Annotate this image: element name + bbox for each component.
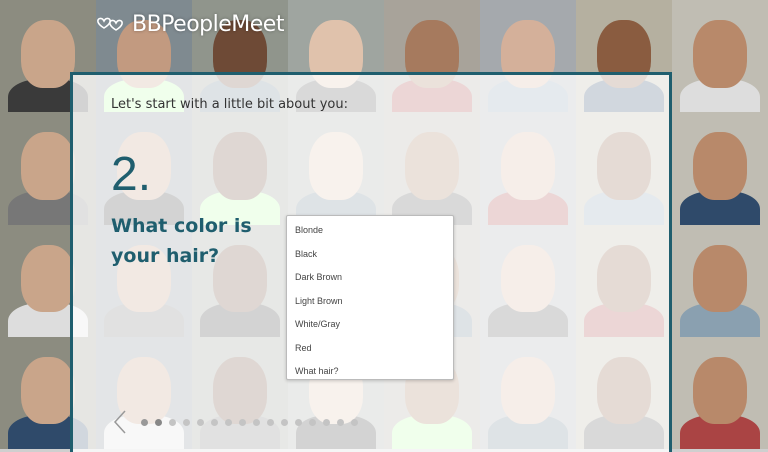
question-panel: Let's start with a little bit about you:…: [70, 72, 672, 452]
chevron-left-icon[interactable]: [113, 410, 127, 434]
step-pager: [141, 419, 358, 426]
option-what-hair[interactable]: What hair?: [287, 360, 453, 384]
pager-dot[interactable]: [141, 419, 148, 426]
pager-dot[interactable]: [295, 419, 302, 426]
question-text: What color is your hair?: [111, 215, 252, 267]
hair-color-listbox[interactable]: Blonde Black Dark Brown Light Brown Whit…: [286, 215, 454, 380]
pager-dot[interactable]: [351, 419, 358, 426]
pager-dot[interactable]: [211, 419, 218, 426]
pager-dot[interactable]: [169, 419, 176, 426]
pager-dot[interactable]: [183, 419, 190, 426]
pager-dot[interactable]: [225, 419, 232, 426]
option-dark-brown[interactable]: Dark Brown: [287, 266, 453, 290]
hearts-icon: [97, 17, 123, 31]
background-photo: [672, 0, 768, 113]
background-photo: [672, 224, 768, 337]
option-blonde[interactable]: Blonde: [287, 219, 453, 243]
step-number: 2.: [111, 148, 152, 201]
pager-dot[interactable]: [155, 419, 162, 426]
pager-dot[interactable]: [267, 419, 274, 426]
option-black[interactable]: Black: [287, 243, 453, 267]
background-photo: [672, 336, 768, 449]
option-white-gray[interactable]: White/Gray: [287, 313, 453, 337]
pager-dot[interactable]: [323, 419, 330, 426]
background-photo: [672, 112, 768, 225]
logo: BBPeopleMeet: [96, 12, 284, 37]
pager-dot[interactable]: [197, 419, 204, 426]
pager-dot[interactable]: [239, 419, 246, 426]
brand-name: BBPeopleMeet: [132, 12, 284, 37]
option-light-brown[interactable]: Light Brown: [287, 290, 453, 314]
pager-dot[interactable]: [281, 419, 288, 426]
option-red[interactable]: Red: [287, 337, 453, 361]
intro-text: Let's start with a little bit about you:: [111, 97, 348, 112]
pager-dot[interactable]: [337, 419, 344, 426]
pager-dot[interactable]: [309, 419, 316, 426]
pager-dot[interactable]: [253, 419, 260, 426]
